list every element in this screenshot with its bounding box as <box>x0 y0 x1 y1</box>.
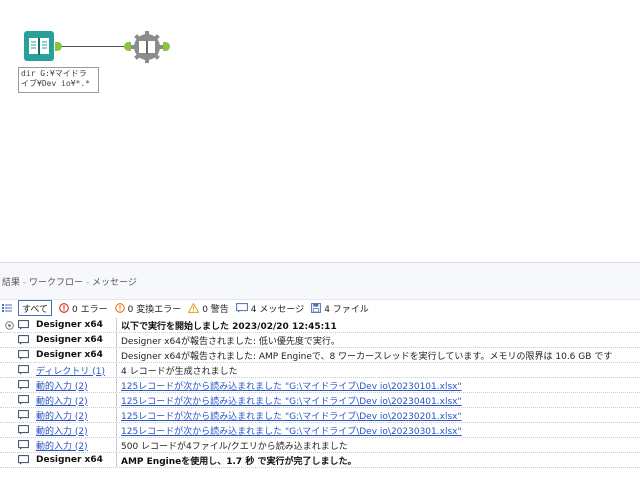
filter-all-label: すべて <box>22 304 49 315</box>
message-icon <box>18 410 29 420</box>
message-filter-bar: すべて 0 エラー 0 変換エラー 0 警告 4 メッセージ 4 ファイル <box>0 299 640 317</box>
message-source: 動的入力 (2) <box>32 393 117 407</box>
results-header: 結果 - ワークフロー - メッセージ <box>0 263 640 300</box>
filter-files-label: 4 ファイル <box>324 304 369 315</box>
dynamic-input-input-anchor[interactable] <box>124 42 131 51</box>
message-icon <box>18 380 29 390</box>
message-text: AMP Engineを使用し、1.7 秒 で実行が完了しました。 <box>121 456 357 467</box>
filter-errors-label: 0 エラー <box>72 304 108 315</box>
filter-conversion-errors-button[interactable]: 0 変換エラー <box>114 301 182 315</box>
message-source-text: Designer x64 <box>36 320 103 330</box>
message-source-text[interactable]: ディレクトリ (1) <box>36 364 105 377</box>
message-text: Designer x64が報告されました: AMP Engineで、8 ワーカー… <box>121 351 613 362</box>
breadcrumb-separator: - <box>83 278 92 288</box>
message-source-text: Designer x64 <box>36 455 103 465</box>
conversion-error-icon <box>114 303 125 313</box>
dynamic-input-output-anchor[interactable] <box>163 42 170 51</box>
message-source: Designer x64 <box>32 333 117 347</box>
message-source: 動的入力 (2) <box>32 408 117 422</box>
breadcrumb: 結果 - ワークフロー - メッセージ <box>2 275 137 288</box>
message-icon <box>18 335 29 345</box>
message-icon <box>18 425 29 435</box>
message-text: 以下で実行を開始しました 2023/02/20 12:45:11 <box>121 321 337 332</box>
message-source-text[interactable]: 動的入力 (2) <box>36 439 88 452</box>
message-row[interactable]: 動的入力 (2) 125レコードが次から読み込まれました "G:\マイドライブ\… <box>0 393 640 408</box>
directory-tool[interactable] <box>24 31 54 61</box>
breadcrumb-separator: - <box>20 278 29 288</box>
warning-icon <box>188 303 200 313</box>
directory-output-anchor[interactable] <box>55 42 62 51</box>
message-source: Designer x64 <box>32 348 117 362</box>
run-info-icon <box>4 320 14 330</box>
message-source: ディレクトリ (1) <box>32 363 117 377</box>
message-source-text[interactable]: 動的入力 (2) <box>36 424 88 437</box>
dynamic-input-tool[interactable] <box>131 31 163 63</box>
message-row[interactable]: Designer x64 AMP Engineを使用し、1.7 秒 で実行が完了… <box>0 453 640 468</box>
message-row[interactable]: Designer x64 Designer x64が報告されました: AMP E… <box>0 348 640 363</box>
message-row[interactable]: Designer x64 Designer x64が報告されました: 低い優先度… <box>0 333 640 348</box>
filter-errors-button[interactable]: 0 エラー <box>59 301 108 315</box>
filter-messages-label: 4 メッセージ <box>250 304 305 315</box>
message-row[interactable]: 動的入力 (2) 125レコードが次から読み込まれました "G:\マイドライブ\… <box>0 378 640 393</box>
message-text[interactable]: 125レコードが次から読み込まれました "G:\マイドライブ\Dev io\20… <box>117 394 462 407</box>
message-text[interactable]: 125レコードが次から読み込まれました "G:\マイドライブ\Dev io\20… <box>117 409 462 422</box>
breadcrumb-results[interactable]: 結果 <box>2 278 20 288</box>
message-row[interactable]: 動的入力 (2) 125レコードが次から読み込まれました "G:\マイドライブ\… <box>0 408 640 423</box>
filter-warnings-label: 0 警告 <box>202 304 229 315</box>
message-source-text[interactable]: 動的入力 (2) <box>36 379 88 392</box>
message-source: Designer x64 <box>32 318 117 332</box>
message-icon <box>18 350 29 360</box>
message-text: 500 レコードが4ファイル/クエリから読み込まれました <box>121 441 348 452</box>
error-icon <box>59 303 69 313</box>
message-source-text[interactable]: 動的入力 (2) <box>36 394 88 407</box>
message-icon <box>235 303 248 313</box>
message-icon <box>18 395 29 405</box>
filter-messages-button[interactable]: 4 メッセージ <box>235 301 305 315</box>
file-save-icon <box>311 303 322 313</box>
message-text: Designer x64が報告されました: 低い優先度で実行。 <box>121 336 340 347</box>
message-source-text: Designer x64 <box>36 335 103 345</box>
directory-tool-annotation: dir G:¥マイドラ イブ¥Dev io¥*.* <box>18 67 99 93</box>
message-icon <box>18 440 29 450</box>
message-text: 4 レコードが生成されました <box>121 366 238 377</box>
breadcrumb-workflow[interactable]: ワークフロー <box>29 278 83 288</box>
message-source: 動的入力 (2) <box>32 423 117 437</box>
message-text[interactable]: 125レコードが次から読み込まれました "G:\マイドライブ\Dev io\20… <box>117 424 462 437</box>
message-source-text: Designer x64 <box>36 350 103 360</box>
message-icon <box>18 320 29 330</box>
dynamic-input-gear-icon <box>131 31 163 63</box>
results-panel: 結果 - ワークフロー - メッセージ すべて 0 エラー 0 変換エラー 0 … <box>0 262 640 477</box>
filter-warnings-button[interactable]: 0 警告 <box>188 301 229 315</box>
row-gutter <box>0 320 18 330</box>
message-row[interactable]: 動的入力 (2) 125レコードが次から読み込まれました "G:\マイドライブ\… <box>0 423 640 438</box>
filter-conversion-errors-label: 0 変換エラー <box>127 304 182 315</box>
connection-line[interactable] <box>62 46 124 47</box>
message-list: Designer x64 以下で実行を開始しました 2023/02/20 12:… <box>0 318 640 468</box>
filter-all-button[interactable]: すべて <box>18 300 53 316</box>
message-source: 動的入力 (2) <box>32 378 117 392</box>
message-row[interactable]: Designer x64 以下で実行を開始しました 2023/02/20 12:… <box>0 318 640 333</box>
message-row[interactable]: 動的入力 (2) 500 レコードが4ファイル/クエリから読み込まれました <box>0 438 640 453</box>
message-source: Designer x64 <box>32 453 117 467</box>
filter-files-button[interactable]: 4 ファイル <box>311 301 369 315</box>
message-icon <box>18 455 29 465</box>
breadcrumb-messages: メッセージ <box>92 278 137 288</box>
message-text[interactable]: 125レコードが次から読み込まれました "G:\マイドライブ\Dev io\20… <box>117 379 462 392</box>
workflow-canvas[interactable]: dir G:¥マイドラ イブ¥Dev io¥*.* <box>0 0 640 262</box>
message-source-text[interactable]: 動的入力 (2) <box>36 409 88 422</box>
message-source: 動的入力 (2) <box>32 438 117 452</box>
message-row[interactable]: ディレクトリ (1) 4 レコードが生成されました <box>0 363 640 378</box>
message-icon <box>18 365 29 375</box>
list-view-icon[interactable] <box>2 303 12 313</box>
directory-tool-icon <box>24 31 54 61</box>
